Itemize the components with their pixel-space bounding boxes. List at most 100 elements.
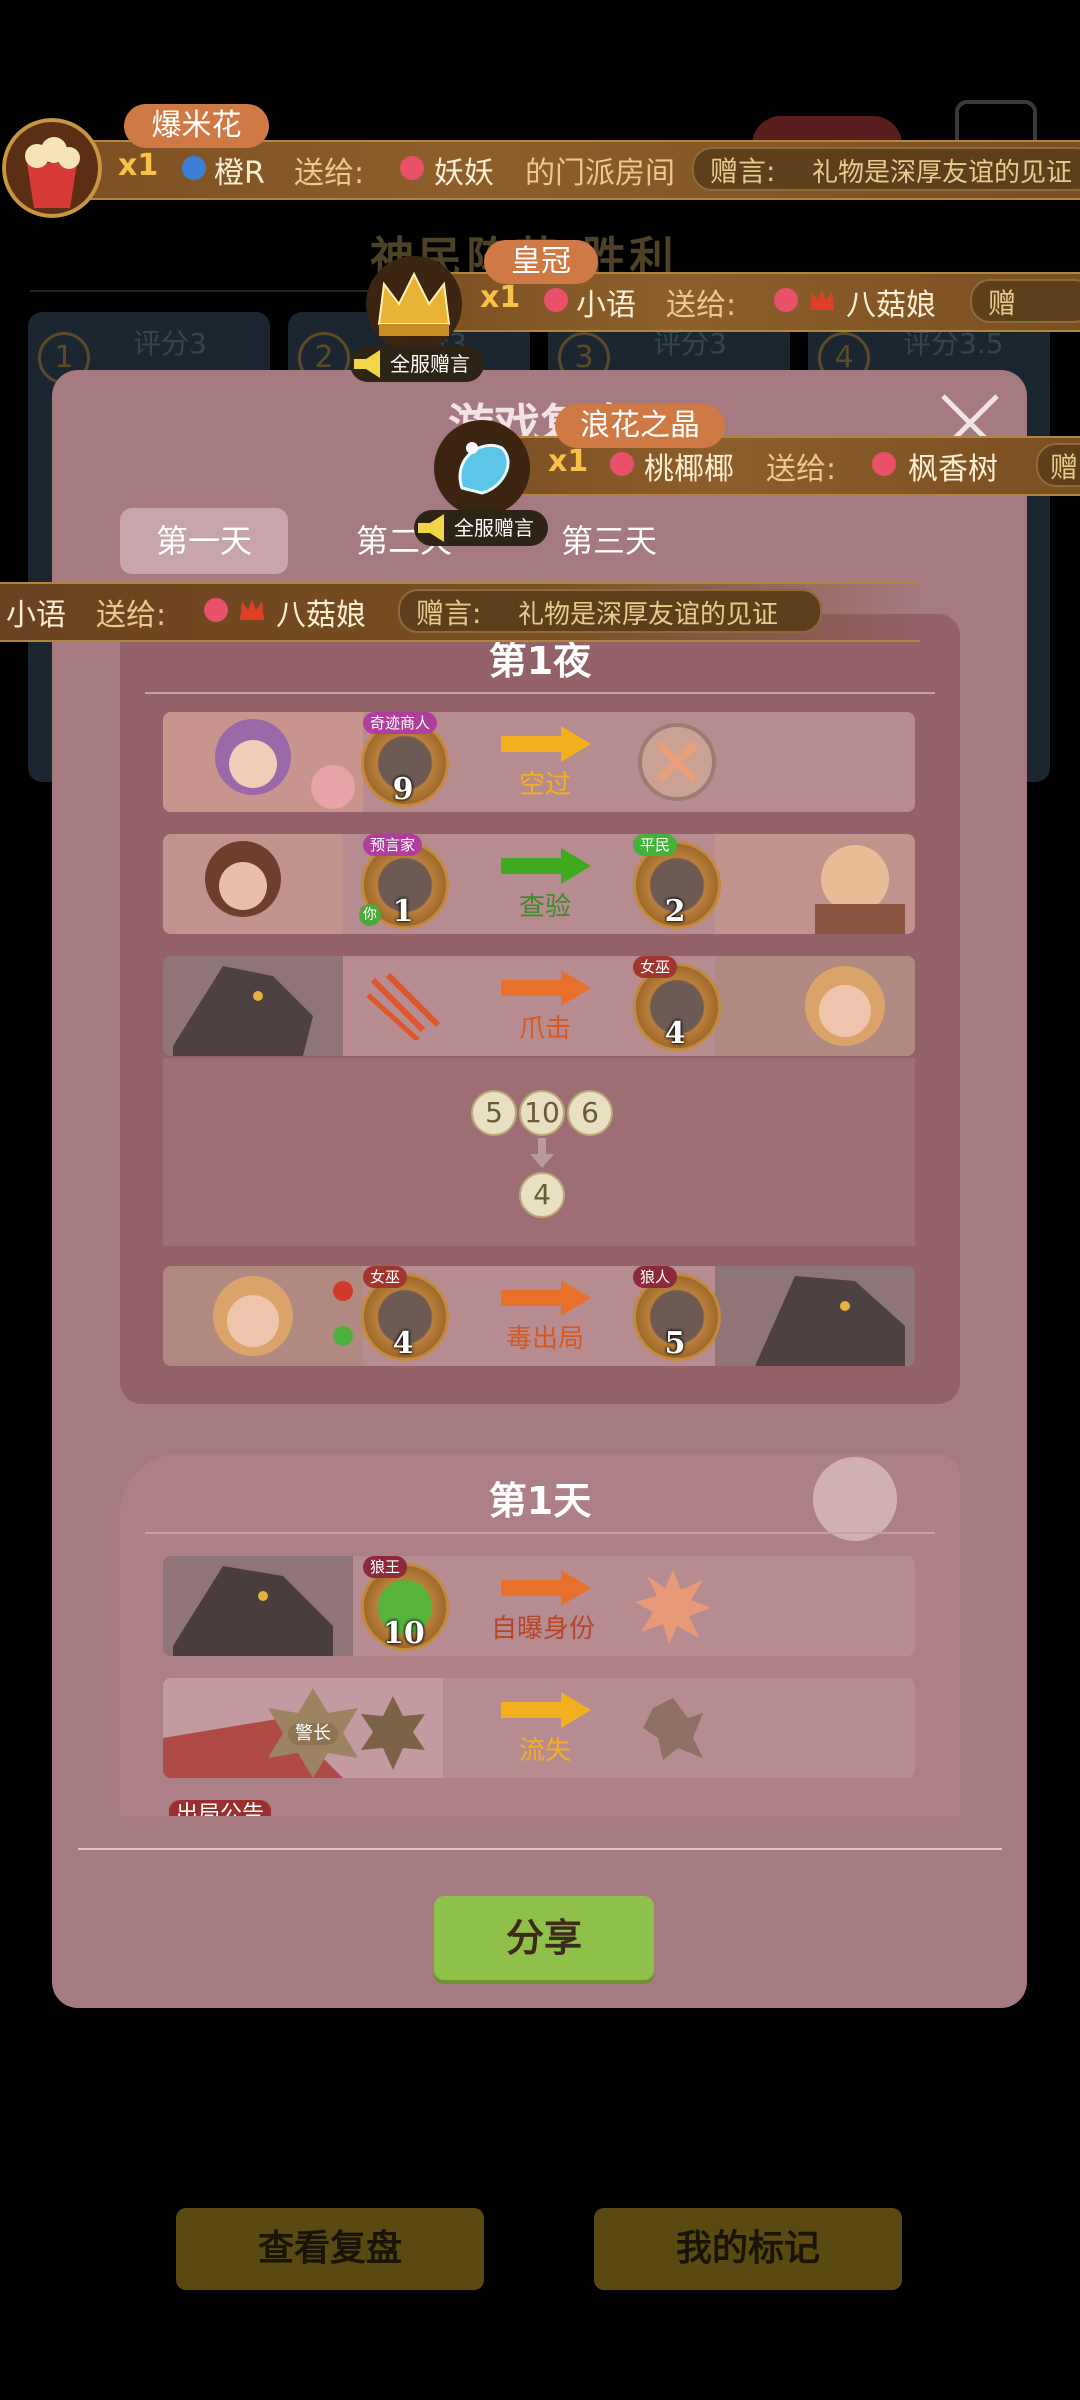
role-badge: 奇迹商人 (363, 712, 438, 734)
receiver-name[interactable]: 八菇娘 (846, 280, 936, 324)
broken-badge-icon (643, 1698, 703, 1760)
megaphone-icon (354, 350, 380, 378)
action-label: 查验 (518, 892, 571, 922)
arrow-icon (501, 1570, 591, 1606)
arrow-icon (501, 1692, 591, 1728)
out-announcement-label: 出局公告 (169, 1800, 272, 1816)
view-review-button[interactable]: 查看复盘 (176, 2208, 484, 2290)
action-label: 爪击 (518, 1014, 571, 1044)
vote-seat: 10 (519, 1090, 565, 1136)
my-marks-button[interactable]: 我的标记 (594, 2208, 902, 2290)
night-row-claw: 爪击 女巫 4 (163, 956, 915, 1056)
werewolf-portrait-icon (163, 956, 343, 1056)
send-label: 送给: (96, 598, 167, 633)
divider (145, 1532, 935, 1534)
message-label: 赠 (1050, 451, 1079, 484)
sender-name[interactable]: 桃椰椰 (644, 444, 734, 488)
role-badge: 预言家 (363, 834, 423, 856)
day-row-sheriff: 警长 流失 (163, 1678, 915, 1778)
female-icon (872, 452, 896, 476)
day-title: 第1天 (488, 1479, 592, 1523)
arrow-icon (501, 848, 591, 884)
female-icon (204, 598, 228, 622)
female-icon (544, 288, 568, 312)
villager-portrait-icon (715, 834, 915, 934)
divider (145, 692, 935, 694)
seat-number: 2 (664, 894, 686, 929)
merchant-portrait-icon (163, 712, 363, 812)
message-text: 礼物是深厚友谊的见证 (518, 600, 779, 630)
seer-portrait-icon (163, 834, 343, 934)
action-label: 流失 (518, 1736, 571, 1766)
vote-seat: 6 (567, 1090, 613, 1136)
partial-row: 出局公告 (163, 1800, 915, 1816)
vote-seat: 5 (471, 1090, 517, 1136)
seat-number: 4 (664, 1016, 686, 1051)
role-badge: 狼人 (633, 1266, 678, 1288)
message-text: 礼物是深厚友谊的见证 (812, 158, 1073, 188)
gift-name: 爆米花 (124, 104, 269, 148)
receiver-name[interactable]: 枫香树 (908, 444, 998, 488)
arrow-icon (501, 1280, 591, 1316)
female-icon (400, 156, 424, 180)
sender-name[interactable]: 橙R (214, 148, 265, 192)
crown-icon (366, 256, 462, 352)
send-label: 送给: (294, 156, 365, 191)
skip-x-icon (638, 723, 716, 801)
sender-name[interactable]: 小语 (6, 590, 66, 634)
male-icon (182, 156, 206, 180)
day-row-reveal: 狼王 10 自曝身份 (163, 1556, 915, 1656)
crown-small-icon (810, 290, 834, 310)
sender-name[interactable]: 小语 (576, 280, 636, 324)
night-row-seer: 预言家 你 1 查验 平民 2 (163, 834, 915, 934)
receiver-name[interactable]: 妖妖 (434, 148, 494, 192)
gift-count: x1 (480, 280, 521, 315)
message-label: 赠言: (710, 155, 776, 188)
seat-number: 4 (392, 1326, 414, 1361)
megaphone-icon (418, 514, 444, 542)
down-arrow-icon (530, 1138, 554, 1168)
seat-number: 9 (392, 772, 414, 807)
claw-icon (366, 972, 441, 1040)
arrow-icon (501, 726, 591, 762)
receiver-name[interactable]: 八菇娘 (276, 590, 366, 634)
room-suffix: 的门派房间 (525, 156, 675, 191)
witch-portrait-icon (715, 956, 915, 1056)
wolf-king-portrait-icon (163, 1556, 353, 1656)
explosion-icon (635, 1570, 711, 1644)
female-icon (774, 288, 798, 312)
night-row-merchant: 奇迹商人 9 空过 (163, 712, 915, 812)
role-badge: 平民 (633, 834, 678, 856)
gift-count: x1 (548, 444, 589, 479)
message-label: 赠 (988, 287, 1017, 320)
arrow-icon (501, 970, 591, 1006)
card-score: 评分3 (133, 327, 207, 360)
crown-small-icon (240, 600, 264, 620)
night-row-poison: 女巫 4 毒出局 狼人 5 (163, 1266, 915, 1366)
female-icon (610, 452, 634, 476)
vote-result-seat: 4 (519, 1172, 565, 1218)
action-label: 空过 (518, 770, 571, 800)
gift-name: 皇冠 (484, 240, 598, 284)
witch-portrait-icon (163, 1266, 363, 1366)
send-label: 送给: (666, 288, 737, 323)
seat-number: 1 (392, 894, 414, 929)
divider (78, 1848, 1002, 1850)
gift-name: 浪花之晶 (555, 404, 725, 448)
seat-number: 10 (383, 1616, 425, 1651)
send-label: 送给: (766, 452, 837, 487)
share-button[interactable]: 分享 (434, 1896, 654, 1980)
role-badge: 女巫 (633, 956, 678, 978)
tab-day-1[interactable]: 第一天 (120, 508, 288, 574)
popcorn-icon (2, 118, 102, 218)
message-pill (970, 279, 1080, 323)
tab-day-3[interactable]: 第三天 (525, 508, 693, 574)
role-badge: 女巫 (363, 1266, 408, 1288)
role-badge: 狼王 (363, 1556, 408, 1578)
seat-number: 5 (664, 1326, 686, 1361)
crystal-icon (434, 420, 530, 516)
sheriff-label: 警长 (288, 1723, 338, 1745)
gift-count: x1 (118, 148, 159, 183)
action-label: 毒出局 (505, 1324, 584, 1354)
action-label: 自曝身份 (490, 1614, 595, 1644)
